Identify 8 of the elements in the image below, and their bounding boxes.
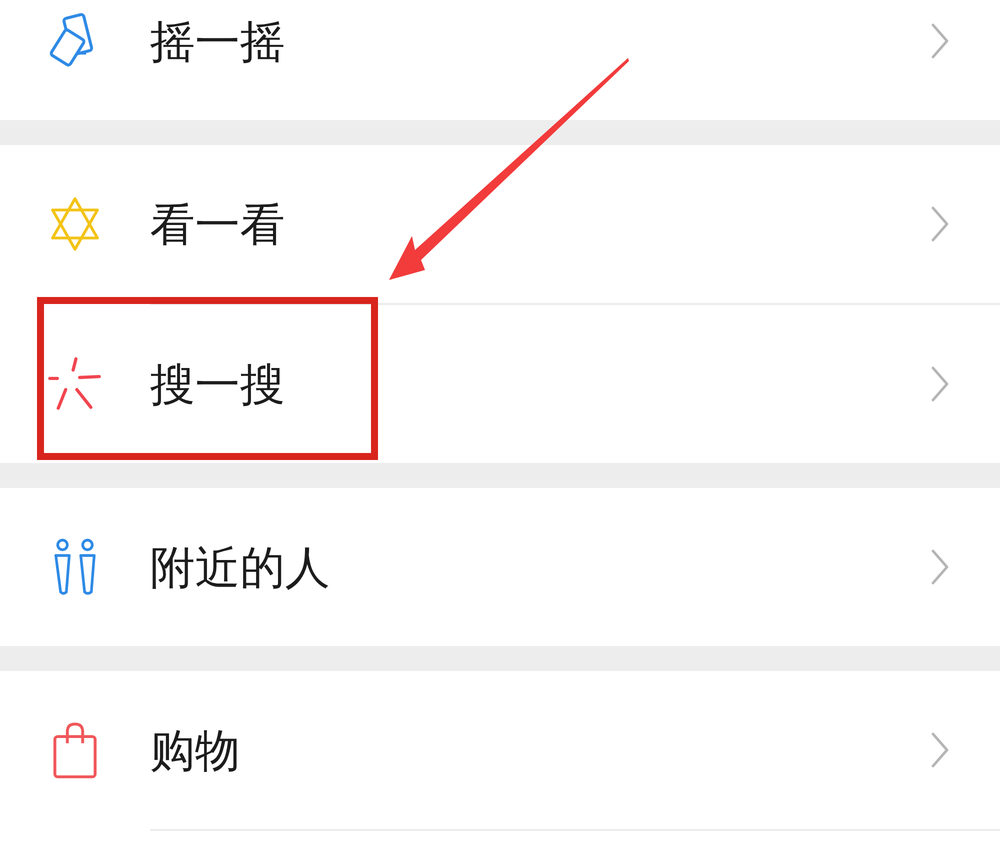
chevron-icon [930, 549, 950, 585]
chevron-icon [930, 366, 950, 402]
chevron-icon [930, 23, 950, 59]
star-icon [49, 195, 101, 253]
shopping-bag-icon [52, 720, 98, 780]
chevron-icon [930, 206, 950, 242]
spark-icon [48, 355, 102, 413]
chevron-icon [930, 732, 950, 768]
